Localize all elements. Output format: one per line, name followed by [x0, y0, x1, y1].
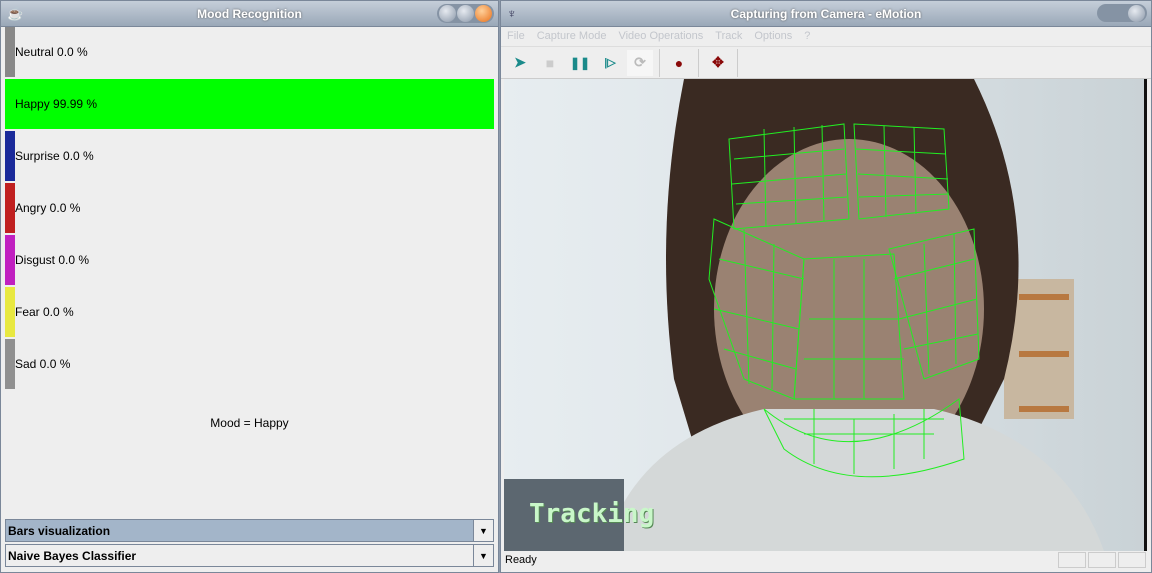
mood-label: Angry 0.0 % [15, 201, 81, 215]
mood-bar-row: Angry 0.0 % [5, 183, 494, 233]
stop-icon[interactable]: ■ [537, 50, 563, 76]
menu-track[interactable]: Track [715, 30, 742, 43]
pause-icon[interactable]: ❚❚ [567, 50, 593, 76]
record-icon[interactable]: ● [666, 50, 692, 76]
visualization-value: Bars visualization [8, 523, 111, 538]
mood-label: Neutral 0.0 % [15, 45, 88, 59]
status-text: Ready [505, 554, 537, 566]
status-cell [1088, 552, 1116, 568]
camera-video: Tracking [504, 79, 1147, 551]
mood-result: Mood = Happy [210, 416, 289, 430]
menu-capture-mode[interactable]: Capture Mode [537, 30, 607, 43]
mood-bar [5, 235, 15, 285]
mood-bar [5, 339, 15, 389]
status-cell [1118, 552, 1146, 568]
window-control-button[interactable] [1128, 5, 1145, 22]
mood-bar [5, 183, 15, 233]
mood-bar [5, 27, 15, 77]
chevron-down-icon[interactable]: ▼ [473, 520, 493, 541]
mood-label: Surprise 0.0 % [15, 149, 94, 163]
mood-bar-row: Happy 99.99 % [5, 79, 494, 129]
title-bar[interactable]: ☕ Mood Recognition [1, 1, 498, 27]
title-bar[interactable]: ♆ Capturing from Camera - eMotion [501, 1, 1151, 27]
minimize-button[interactable] [439, 5, 456, 22]
refresh-icon[interactable]: ⟳ [627, 49, 653, 76]
chevron-down-icon[interactable]: ▼ [473, 545, 493, 566]
play-icon[interactable]: ➤ [507, 50, 533, 76]
toolbar: ➤ ■ ❚❚ |▷ ⟳ ● ✥ [501, 47, 1151, 79]
mood-label: Happy 99.99 % [15, 97, 98, 111]
menu-help[interactable]: ? [804, 30, 810, 43]
step-icon[interactable]: |▷ [597, 50, 623, 76]
window-title: Capturing from Camera - eMotion [730, 7, 922, 21]
menu-bar: File Capture Mode Video Operations Track… [501, 27, 1151, 47]
mood-label: Sad 0.0 % [15, 357, 71, 371]
menu-video-operations[interactable]: Video Operations [618, 30, 703, 43]
mood-label: Fear 0.0 % [15, 305, 74, 319]
move-icon[interactable]: ✥ [705, 50, 731, 76]
menu-file[interactable]: File [507, 30, 525, 43]
window-title: Mood Recognition [197, 7, 302, 21]
maximize-button[interactable] [457, 5, 474, 22]
mood-bar-row: Surprise 0.0 % [5, 131, 494, 181]
mood-bar-row: Disgust 0.0 % [5, 235, 494, 285]
status-bar: Ready [504, 550, 1148, 570]
camera-window: ♆ Capturing from Camera - eMotion File C… [500, 0, 1152, 573]
mood-label: Disgust 0.0 % [15, 253, 90, 267]
close-button[interactable] [475, 5, 492, 22]
mood-bar-row: Fear 0.0 % [5, 287, 494, 337]
classifier-select[interactable]: Naive Bayes Classifier ▼ [5, 544, 494, 567]
classifier-value: Naive Bayes Classifier [8, 548, 137, 563]
tracking-overlay: Tracking [529, 499, 655, 529]
mood-bar-row: Neutral 0.0 % [5, 27, 494, 77]
mood-bar [5, 131, 15, 181]
video-frame [504, 79, 1147, 551]
status-cell [1058, 552, 1086, 568]
visualization-select[interactable]: Bars visualization ▼ [5, 519, 494, 542]
mood-bar-row: Sad 0.0 % [5, 339, 494, 389]
menu-options[interactable]: Options [754, 30, 792, 43]
mood-bar [5, 287, 15, 337]
mood-recognition-window: ☕ Mood Recognition Neutral 0.0 % Happy 99… [0, 0, 499, 573]
